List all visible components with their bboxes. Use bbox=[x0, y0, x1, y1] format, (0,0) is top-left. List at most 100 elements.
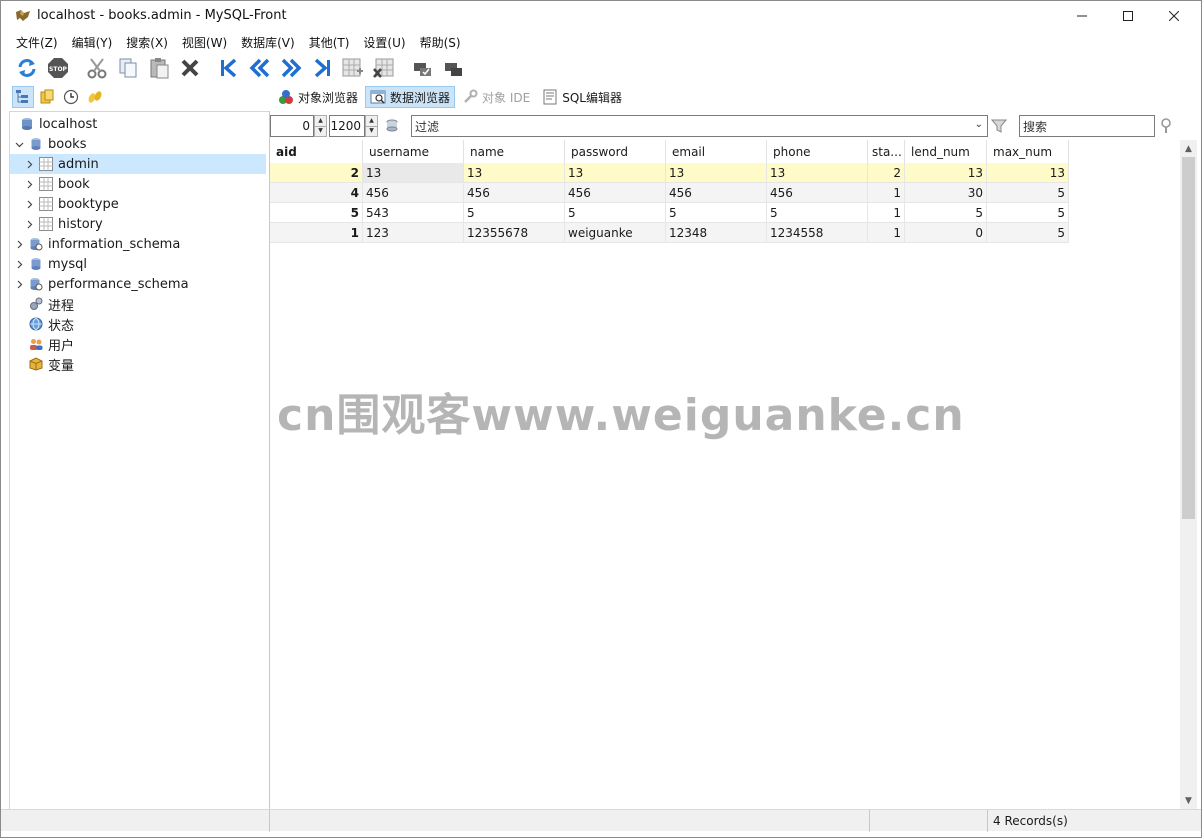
table-cell[interactable]: 4 bbox=[270, 183, 363, 203]
rollback-button[interactable] bbox=[438, 54, 469, 82]
tree-item-admin[interactable]: admin bbox=[10, 154, 266, 174]
chevron-right-icon[interactable] bbox=[24, 220, 34, 229]
table-cell[interactable]: 13 bbox=[987, 163, 1069, 183]
offset-input[interactable]: 0 bbox=[270, 115, 314, 137]
column-header-lend-num[interactable]: lend_num bbox=[905, 140, 987, 164]
menu-view[interactable]: 视图(W) bbox=[175, 34, 234, 51]
copy-button[interactable] bbox=[112, 54, 143, 82]
minimize-button[interactable] bbox=[1059, 1, 1105, 31]
column-header-status[interactable]: sta... bbox=[868, 140, 905, 164]
tree-item-performance-schema[interactable]: performance_schema bbox=[10, 274, 266, 294]
table-cell[interactable]: weiguanke bbox=[565, 223, 666, 243]
first-record-button[interactable] bbox=[213, 54, 244, 82]
column-header-email[interactable]: email bbox=[666, 140, 767, 164]
search-button[interactable] bbox=[1157, 117, 1175, 135]
table-cell[interactable]: 456 bbox=[767, 183, 868, 203]
maximize-button[interactable] bbox=[1105, 1, 1151, 31]
table-cell[interactable]: 12355678 bbox=[464, 223, 565, 243]
column-header-password[interactable]: password ^ bbox=[565, 140, 666, 164]
table-cell[interactable]: 1 bbox=[868, 203, 905, 223]
column-header-name[interactable]: name bbox=[464, 140, 565, 164]
limit-toggle-button[interactable] bbox=[383, 117, 401, 135]
table-cell[interactable]: 456 bbox=[363, 183, 464, 203]
bookmarks-button[interactable] bbox=[36, 86, 58, 108]
menu-file[interactable]: 文件(Z) bbox=[9, 34, 65, 51]
table-cell[interactable]: 2 bbox=[270, 163, 363, 183]
navigator-tree-button[interactable] bbox=[12, 86, 34, 108]
menu-database[interactable]: 数据库(V) bbox=[234, 34, 302, 51]
tree-item-processes[interactable]: 进程 bbox=[10, 294, 266, 314]
table-cell[interactable]: 30 bbox=[905, 183, 987, 203]
table-cell[interactable]: 1 bbox=[868, 223, 905, 243]
table-cell[interactable]: 13 bbox=[363, 163, 464, 183]
tree-item-users[interactable]: 用户 bbox=[10, 334, 266, 354]
tab-data-browser[interactable]: 数据浏览器 bbox=[365, 86, 456, 108]
prev-page-button[interactable] bbox=[244, 54, 275, 82]
menu-edit[interactable]: 编辑(Y) bbox=[65, 34, 120, 51]
delete-record-button[interactable] bbox=[368, 54, 399, 82]
next-page-button[interactable] bbox=[275, 54, 306, 82]
table-cell[interactable]: 456 bbox=[464, 183, 565, 203]
table-cell[interactable]: 5 bbox=[270, 203, 363, 223]
table-cell[interactable]: 13 bbox=[905, 163, 987, 183]
table-cell[interactable]: 13 bbox=[464, 163, 565, 183]
scroll-up-icon[interactable]: ▲ bbox=[1180, 140, 1197, 157]
table-cell[interactable]: 13 bbox=[565, 163, 666, 183]
menu-help[interactable]: 帮助(S) bbox=[413, 34, 468, 51]
limit-input[interactable]: 1200 bbox=[329, 115, 365, 137]
menu-other[interactable]: 其他(T) bbox=[302, 34, 357, 51]
table-cell[interactable]: 5 bbox=[464, 203, 565, 223]
table-cell[interactable]: 5 bbox=[905, 203, 987, 223]
table-cell[interactable]: 13 bbox=[666, 163, 767, 183]
filter-combobox[interactable]: 过滤 ⌄ bbox=[411, 115, 988, 137]
table-cell[interactable]: 0 bbox=[905, 223, 987, 243]
delete-button[interactable] bbox=[174, 54, 205, 82]
tree-item-localhost[interactable]: localhost bbox=[10, 114, 266, 134]
scroll-down-icon[interactable]: ▼ bbox=[1180, 792, 1197, 809]
tab-sql-editor[interactable]: SQL编辑器 bbox=[537, 86, 627, 108]
tree-item-history[interactable]: history bbox=[10, 214, 266, 234]
vertical-scrollbar[interactable]: ▲ ▼ bbox=[1180, 140, 1197, 809]
table-cell[interactable]: 5 bbox=[987, 223, 1069, 243]
chevron-down-icon[interactable] bbox=[14, 140, 24, 149]
table-cell[interactable]: 456 bbox=[666, 183, 767, 203]
insert-record-button[interactable] bbox=[337, 54, 368, 82]
stop-button[interactable]: STOP bbox=[42, 54, 73, 82]
column-header-max-num[interactable]: max_num bbox=[987, 140, 1069, 164]
tab-object-browser[interactable]: 对象浏览器 bbox=[273, 86, 363, 108]
cut-button[interactable] bbox=[81, 54, 112, 82]
tree-item-book[interactable]: book bbox=[10, 174, 266, 194]
offset-spinner[interactable]: ▲ ▼ bbox=[314, 115, 327, 137]
apply-filter-button[interactable] bbox=[989, 117, 1009, 135]
menu-settings[interactable]: 设置(U) bbox=[356, 34, 412, 51]
commit-button[interactable] bbox=[407, 54, 438, 82]
title-bar[interactable]: localhost - books.admin - MySQL-Front bbox=[1, 1, 1201, 32]
chevron-right-icon[interactable] bbox=[14, 240, 24, 249]
history-button[interactable] bbox=[60, 86, 82, 108]
tree-item-booktype[interactable]: booktype bbox=[10, 194, 266, 214]
table-cell[interactable]: 5 bbox=[987, 183, 1069, 203]
close-button[interactable] bbox=[1151, 1, 1197, 31]
chevron-right-icon[interactable] bbox=[14, 280, 24, 289]
table-cell[interactable]: 13 bbox=[767, 163, 868, 183]
table-cell[interactable]: 543 bbox=[363, 203, 464, 223]
limit-spinner[interactable]: ▲ ▼ bbox=[365, 115, 378, 137]
chevron-right-icon[interactable] bbox=[24, 200, 34, 209]
explorer-button[interactable] bbox=[84, 86, 106, 108]
refresh-button[interactable] bbox=[11, 54, 42, 82]
tree-item-status[interactable]: 状态 bbox=[10, 314, 266, 334]
column-header-aid[interactable]: aid bbox=[270, 140, 363, 164]
table-cell[interactable]: 1234558 bbox=[767, 223, 868, 243]
table-cell[interactable]: 5 bbox=[767, 203, 868, 223]
table-cell[interactable]: 1 bbox=[270, 223, 363, 243]
tab-object-ide[interactable]: 对象 IDE bbox=[457, 86, 535, 108]
table-cell[interactable]: 5 bbox=[565, 203, 666, 223]
tree-item-variables[interactable]: 变量 bbox=[10, 354, 266, 374]
table-cell[interactable]: 2 bbox=[868, 163, 905, 183]
paste-button[interactable] bbox=[143, 54, 174, 82]
column-header-username[interactable]: username bbox=[363, 140, 464, 164]
menu-search[interactable]: 搜索(X) bbox=[119, 34, 175, 51]
table-cell[interactable]: 5 bbox=[987, 203, 1069, 223]
tree-item-books[interactable]: books bbox=[10, 134, 266, 154]
chevron-right-icon[interactable] bbox=[24, 180, 34, 189]
